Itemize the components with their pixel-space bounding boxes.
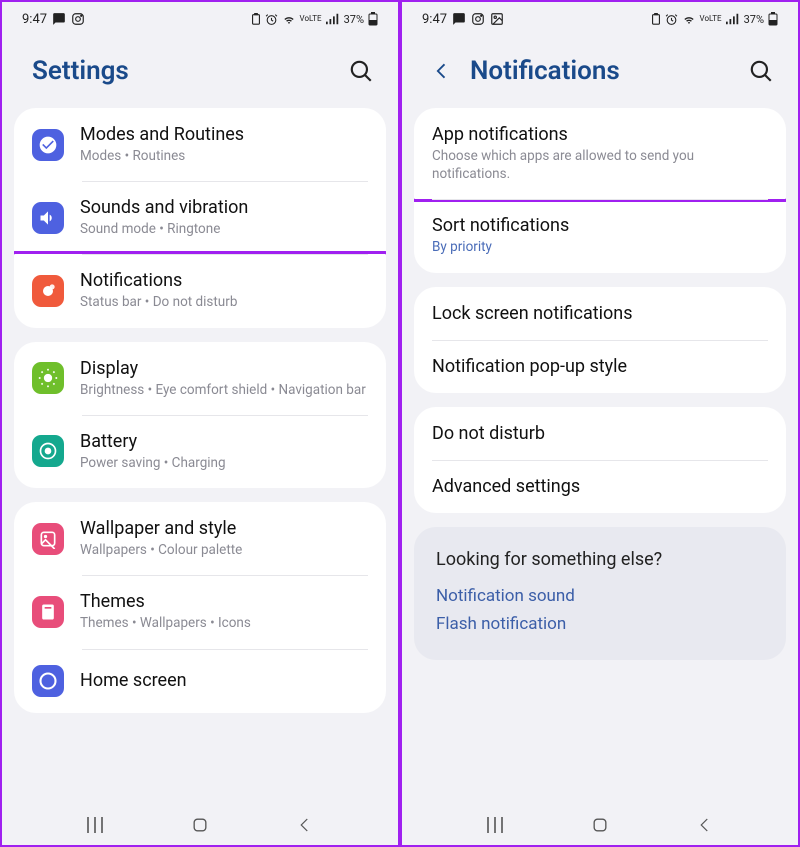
phone-left: 9:47 VoLTE 37% Settings Modes and Routin… [0,0,400,847]
wallpaper-icon [32,523,64,555]
page-title: Notifications [470,56,736,86]
battery-icon [768,12,778,26]
notif-card: Lock screen notifications Notification po… [414,287,786,393]
volte-label: VoLTE [700,15,722,23]
row-title: Lock screen notifications [432,303,768,324]
notif-card: Do not disturb Advanced settings [414,407,786,513]
wifi-icon [282,13,296,25]
setting-row-wallpaper[interactable]: Wallpaper and style Wallpapers • Colour p… [14,502,386,575]
alarm-icon [665,13,678,26]
notif-row[interactable]: Sort notifications By priority [414,199,786,272]
header: Settings [2,30,398,108]
signal-icon [726,13,740,25]
row-subtitle: Wallpapers • Colour palette [80,541,368,559]
row-title: Sort notifications [432,215,768,236]
row-title: Display [80,358,368,379]
notif-icon [32,275,64,307]
row-title: Themes [80,591,368,612]
row-title: Battery [80,431,368,452]
settings-card: Display Brightness • Eye comfort shield •… [14,342,386,488]
status-time: 9:47 [22,12,47,27]
notif-row[interactable]: Do not disturb [414,407,786,460]
search-button[interactable] [748,58,774,84]
instagram-icon [471,12,485,26]
status-bar: 9:47 VoLTE 37% [402,2,798,30]
wifi-icon [682,13,696,25]
row-title: App notifications [432,124,768,145]
themes-icon [32,596,64,628]
back-button[interactable] [432,61,452,81]
settings-list[interactable]: Modes and Routines Modes • Routines Sounds… [2,108,398,805]
looking-link[interactable]: Notification sound [436,586,764,606]
notif-row[interactable]: Advanced settings [414,460,786,513]
notif-card: App notificationsChoose which apps are a… [414,108,786,273]
nav-home[interactable] [189,814,211,836]
row-subtitle: Themes • Wallpapers • Icons [80,614,368,632]
nav-recents[interactable] [484,814,506,836]
row-subtitle: Power saving • Charging [80,454,368,472]
row-title: Notification pop-up style [432,356,768,377]
settings-card: Wallpaper and style Wallpapers • Colour p… [14,502,386,712]
battery-icon [368,12,378,26]
row-title: Notifications [80,270,368,291]
setting-row-battery[interactable]: Battery Power saving • Charging [14,415,386,488]
row-title: Advanced settings [432,476,768,497]
row-title: Wallpaper and style [80,518,368,539]
home-icon [32,665,64,697]
row-title: Modes and Routines [80,124,368,145]
row-subtitle: Sound mode • Ringtone [80,220,368,238]
signal-icon [326,13,340,25]
setting-row-themes[interactable]: Themes Themes • Wallpapers • Icons [14,575,386,648]
sound-icon [32,202,64,234]
row-title: Sounds and vibration [80,197,368,218]
row-title: Do not disturb [432,423,768,444]
nav-bar [402,805,798,845]
nav-home[interactable] [589,814,611,836]
settings-card: Modes and Routines Modes • Routines Sounds… [14,108,386,328]
status-time: 9:47 [422,12,447,27]
image-icon [490,12,504,26]
setting-row-modes[interactable]: Modes and Routines Modes • Routines [14,108,386,181]
nav-recents[interactable] [84,814,106,836]
header: Notifications [402,30,798,108]
status-bar: 9:47 VoLTE 37% [2,2,398,30]
notif-row[interactable]: App notificationsChoose which apps are a… [414,108,786,202]
row-subtitle: Modes • Routines [80,147,368,165]
setting-row-home[interactable]: Home screen [14,649,386,713]
battery-percent: 37% [744,13,764,26]
search-button[interactable] [348,58,374,84]
display-icon [32,362,64,394]
notif-row[interactable]: Notification pop-up style [414,340,786,393]
chat-icon [452,12,466,26]
volte-label: VoLTE [300,15,322,23]
battery-icon-small [251,13,261,25]
instagram-icon [71,12,85,26]
nav-bar [2,805,398,845]
phone-right: 9:47 VoLTE 37% Notifications App notific… [400,0,800,847]
alarm-icon [265,13,278,26]
battery-icon [32,435,64,467]
modes-icon [32,129,64,161]
setting-row-sound[interactable]: Sounds and vibration Sound mode • Rington… [14,181,386,254]
battery-percent: 37% [344,13,364,26]
row-subtitle: Status bar • Do not disturb [80,293,368,311]
row-subtitle: Choose which apps are allowed to send yo… [432,147,768,183]
looking-link[interactable]: Flash notification [436,614,764,634]
nav-back[interactable] [294,814,316,836]
notifications-list[interactable]: App notificationsChoose which apps are a… [402,108,798,805]
page-title: Settings [32,56,336,86]
setting-row-notif[interactable]: Notifications Status bar • Do not disturb [14,251,386,327]
row-subtitle: By priority [432,238,768,256]
looking-title: Looking for something else? [436,549,764,570]
chat-icon [52,12,66,26]
nav-back[interactable] [694,814,716,836]
looking-for-card: Looking for something else? Notification … [414,527,786,660]
battery-icon-small [651,13,661,25]
notif-row[interactable]: Lock screen notifications [414,287,786,340]
row-title: Home screen [80,670,368,691]
setting-row-display[interactable]: Display Brightness • Eye comfort shield •… [14,342,386,415]
row-subtitle: Brightness • Eye comfort shield • Naviga… [80,381,368,399]
